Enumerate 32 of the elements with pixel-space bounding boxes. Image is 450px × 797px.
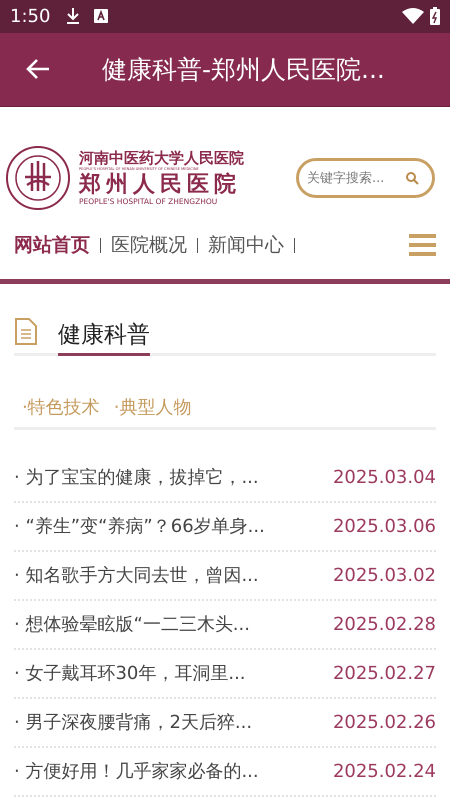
logo-title: 河南中医药大学人民医院 (79, 151, 244, 166)
article-date: 2025.02.28 (332, 612, 436, 637)
hospital-seal-icon (5, 145, 71, 212)
document-icon (14, 318, 38, 345)
search-icon[interactable] (405, 171, 419, 186)
article-date: 2025.03.06 (332, 514, 436, 539)
article-link[interactable]: · 方便好用！几乎家家必备的... (14, 758, 259, 785)
letter-a-icon (94, 9, 108, 24)
search-field[interactable]: 关键字搜索... (296, 158, 435, 198)
nav-link[interactable]: 医院概况 (111, 231, 187, 260)
nav-link[interactable]: 网站首页 (14, 231, 90, 260)
article-date: 2025.02.24 (332, 760, 436, 784)
download-icon (66, 8, 80, 24)
article-link[interactable]: · 女子戴耳环30年，耳洞里... (14, 660, 246, 687)
back-arrow-icon[interactable] (26, 58, 50, 80)
article-link[interactable]: · 知名歌手方大同去世，曾因... (14, 562, 259, 589)
article-link[interactable]: · 想体验晕眩版“一二三木头... (14, 610, 250, 638)
article-date: 2025.02.26 (332, 710, 436, 735)
article-link[interactable]: · 男子深夜腰背痛，2天后猝... (14, 708, 252, 736)
article-date: 2025.03.04 (332, 466, 436, 490)
article-date: 2025.03.02 (332, 564, 436, 588)
article-link[interactable]: · “养生”变“养病”？66岁单身... (14, 512, 265, 540)
logo-name: 郑州人民医院 (79, 174, 242, 196)
wifi-icon (402, 8, 424, 24)
article-date: 2025.02.27 (332, 662, 436, 686)
section-title: 健康科普 (58, 324, 150, 356)
menu-icon[interactable] (409, 233, 436, 258)
app-bar-title: 健康科普-郑州人民医院... (102, 54, 385, 86)
status-time: 1:50 (10, 4, 50, 29)
battery-icon (430, 7, 440, 26)
nav-link[interactable]: 新闻中心 (208, 231, 284, 260)
article-link[interactable]: · 为了宝宝的健康，拔掉它，... (14, 464, 259, 491)
